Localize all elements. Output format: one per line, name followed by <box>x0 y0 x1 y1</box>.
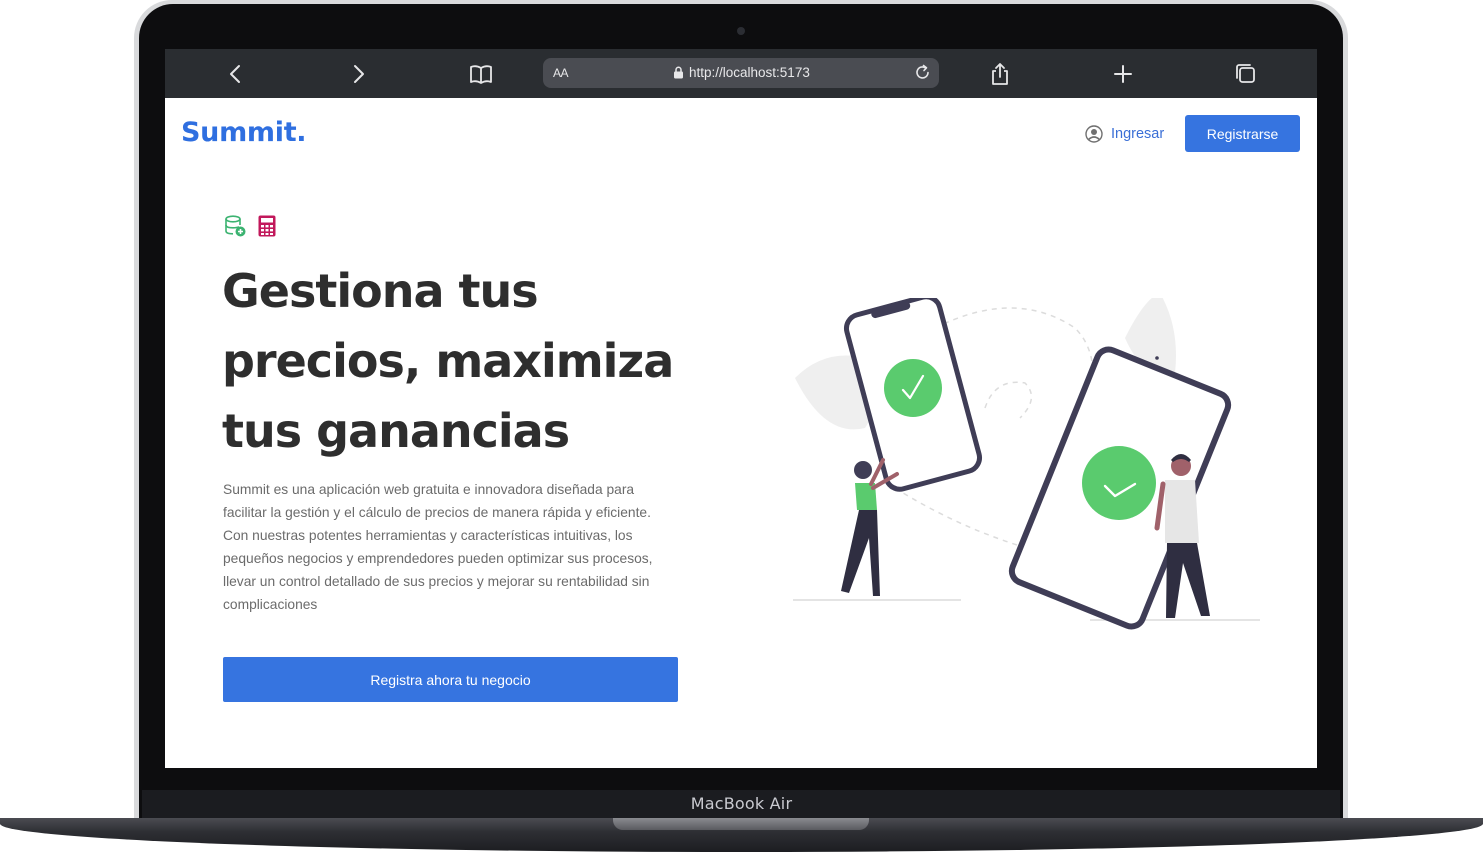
calculator-icon <box>258 215 276 237</box>
hero-title-line: tus ganancias <box>222 404 570 458</box>
reload-icon[interactable] <box>913 63 933 83</box>
device-label: MacBook Air <box>690 794 793 813</box>
user-icon <box>1085 125 1103 143</box>
hero-title: Gestiona tus precios, maximiza tus ganan… <box>222 256 702 466</box>
logo[interactable]: Summit. <box>181 117 307 148</box>
landing-page: Summit. Ingresar Registrarse Gestiona tu… <box>165 98 1317 768</box>
back-icon[interactable] <box>223 61 249 87</box>
address-bar[interactable]: AA http://localhost:5173 <box>543 58 939 88</box>
forward-icon[interactable] <box>345 61 371 87</box>
lock-icon <box>674 66 683 79</box>
register-button[interactable]: Registrarse <box>1185 115 1300 152</box>
register-business-button[interactable]: Registra ahora tu negocio <box>223 657 678 702</box>
reader-aa-button[interactable]: AA <box>553 66 569 80</box>
hero-description: Summit es una aplicación web gratuita e … <box>223 482 653 612</box>
new-tab-icon[interactable] <box>1110 61 1136 87</box>
laptop-base-notch <box>613 818 869 830</box>
hero-title-line: precios, maximiza <box>222 334 674 388</box>
bookmarks-icon[interactable] <box>468 61 494 87</box>
tabs-icon[interactable] <box>1233 61 1259 87</box>
camera <box>737 27 745 35</box>
hero-title-line: Gestiona tus <box>222 264 539 318</box>
share-icon[interactable] <box>987 61 1013 87</box>
hero-illustration <box>793 298 1260 630</box>
screen: AA http://localhost:5173 Summit. Ingresa… <box>165 49 1317 768</box>
feature-icons <box>223 214 279 238</box>
url-text: http://localhost:5173 <box>689 65 810 80</box>
browser-toolbar: AA http://localhost:5173 <box>165 49 1317 98</box>
login-link[interactable]: Ingresar <box>1085 125 1164 143</box>
login-label: Ingresar <box>1111 126 1165 142</box>
database-add-icon <box>225 215 246 237</box>
